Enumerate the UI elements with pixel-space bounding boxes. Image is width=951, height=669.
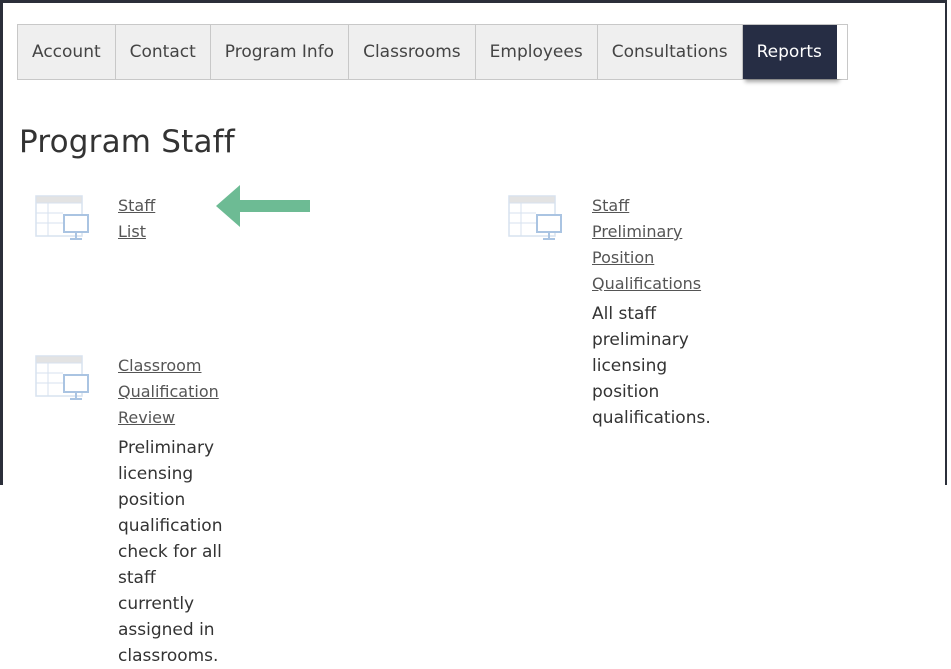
report-staff-preliminary-text: Staff Preliminary Position Qualification…: [592, 193, 711, 431]
classroom-review-desc-line1: Preliminary licensing position: [118, 438, 214, 510]
staff-preliminary-link-line1[interactable]: Staff Preliminary Position: [592, 193, 711, 271]
spreadsheet-monitor-icon: [35, 355, 89, 400]
classroom-review-desc-line3: currently assigned in classrooms.: [118, 594, 219, 666]
tab-consultations[interactable]: Consultations: [597, 25, 743, 79]
classroom-review-link[interactable]: Classroom Qualification Review: [118, 353, 222, 431]
staff-preliminary-desc-line1: All staff preliminary licensing position: [592, 304, 689, 402]
tab-reports[interactable]: Reports: [742, 25, 837, 79]
tab-contact[interactable]: Contact: [115, 25, 211, 79]
staff-list-link[interactable]: Staff List: [118, 193, 155, 245]
staff-preliminary-desc: All staff preliminary licensing position…: [592, 301, 711, 431]
staff-preliminary-desc-line2: qualifications.: [592, 408, 711, 428]
spreadsheet-monitor-icon: [508, 195, 562, 240]
tab-program-info[interactable]: Program Info: [210, 25, 350, 79]
report-classroom-review-text: Classroom Qualification Review Prelimina…: [118, 353, 222, 669]
classroom-review-desc: Preliminary licensing position qualifica…: [118, 435, 222, 669]
staff-preliminary-link-line2[interactable]: Qualifications: [592, 271, 711, 297]
tab-strip-end: [836, 25, 848, 79]
classroom-review-desc-line2: qualification check for all staff: [118, 516, 223, 588]
spreadsheet-monitor-icon: [35, 195, 89, 240]
page-title: Program Staff: [19, 124, 235, 160]
arrow-left-icon: [216, 185, 310, 227]
tab-bar: Account Contact Program Info Classrooms …: [17, 24, 848, 80]
tab-classrooms[interactable]: Classrooms: [349, 25, 476, 79]
tab-employees[interactable]: Employees: [475, 25, 598, 79]
tab-account[interactable]: Account: [18, 25, 116, 79]
report-staff-list-text: Staff List: [118, 193, 155, 245]
